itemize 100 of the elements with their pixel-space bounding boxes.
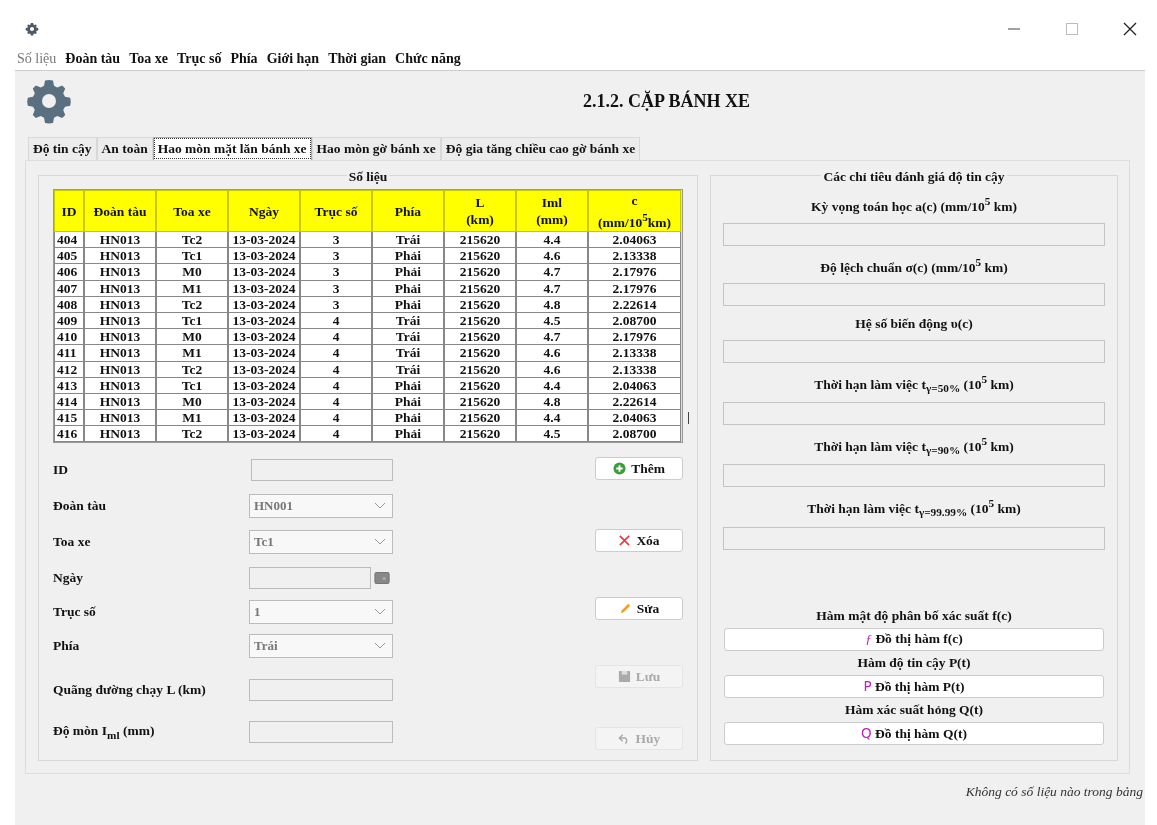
- table-cell: 414: [54, 393, 84, 411]
- table-cell: 4: [300, 345, 372, 362]
- column-header[interactable]: Phía: [372, 190, 444, 232]
- table-cell: 13-03-2024: [228, 280, 300, 297]
- table-cell: Trái: [372, 232, 444, 249]
- column-header[interactable]: Toa xe: [156, 190, 228, 232]
- tab[interactable]: Hao mòn gờ bánh xe: [311, 137, 441, 160]
- table-cell: HN013: [84, 296, 156, 313]
- menu-item[interactable]: Toa xe: [129, 51, 168, 67]
- table-cell: Tc2: [156, 296, 228, 313]
- tab[interactable]: Độ tin cậy: [28, 137, 97, 160]
- input-field[interactable]: [249, 679, 393, 701]
- action-button[interactable]: Xóa: [595, 529, 683, 552]
- dropdown[interactable]: HN001: [249, 494, 393, 518]
- table-cell: M0: [156, 329, 228, 346]
- column-header[interactable]: c (mm/10$^{5}$km): [588, 190, 681, 232]
- table-cell: 4: [300, 329, 372, 346]
- action-button[interactable]: Thêm: [595, 457, 683, 480]
- menu-item[interactable]: Giới hạn: [266, 51, 320, 67]
- table-cell: 2.13338: [588, 248, 681, 265]
- table-cell: 2.08700: [588, 426, 681, 443]
- menu-item[interactable]: Trục số: [176, 51, 222, 67]
- status-message: Không có số liệu nào trong bảng: [964, 783, 1144, 800]
- table-cell: 4.5: [516, 312, 588, 330]
- table-cell: M1: [156, 410, 228, 427]
- table-cell: 4.7: [516, 280, 588, 297]
- table-cell: 3: [300, 248, 372, 265]
- table-cell: 3: [300, 296, 372, 313]
- dropdown[interactable]: Trái: [249, 634, 393, 658]
- action-button[interactable]: Sửa: [595, 597, 683, 620]
- table-cell: Trái: [372, 312, 444, 330]
- table-cell: Phải: [372, 410, 444, 427]
- table-cell: 412: [54, 361, 84, 378]
- menu-item[interactable]: Đoàn tàu: [65, 51, 121, 67]
- table-cell: HN013: [84, 264, 156, 281]
- table-cell: 3: [300, 264, 372, 281]
- menu-item[interactable]: Thời gian: [328, 51, 387, 67]
- table-cell: 215620: [444, 410, 516, 427]
- chart-button[interactable]: ƒ Đồ thị hàm f(c): [724, 627, 1104, 651]
- chevron-icon[interactable]: [374, 608, 386, 616]
- table-cell: 13-03-2024: [228, 232, 300, 249]
- column-header[interactable]: Trục số: [300, 190, 372, 232]
- chevron-icon[interactable]: [374, 538, 386, 546]
- table-cell: M0: [156, 393, 228, 411]
- criterion-label: Thời hạn làm việc t$_{γ=99.99%}$ (10$^{5}$ km): [807, 497, 1021, 519]
- table-cell: 4.4: [516, 377, 588, 394]
- table-cell: M1: [156, 345, 228, 362]
- table-cell: 2.08700: [588, 312, 681, 330]
- table-cell: Phải: [372, 393, 444, 411]
- calendar-icon[interactable]: [374, 572, 390, 584]
- field-label: Quãng đường chạy L (km): [53, 682, 206, 698]
- date-field[interactable]: [249, 567, 371, 589]
- chart-button[interactable]: P Đồ thị hàm P(t): [724, 674, 1104, 698]
- page-title: 2.1.2. CẶP BÁNH XE: [582, 90, 751, 112]
- table-cell: 2.04063: [588, 410, 681, 427]
- table-cell: 2.04063: [588, 232, 681, 249]
- input-field[interactable]: [249, 721, 393, 743]
- table-cell: 4.7: [516, 264, 588, 281]
- table-cell: 215620: [444, 329, 516, 346]
- menu-item[interactable]: Phía: [230, 51, 258, 67]
- tab[interactable]: Độ gia tăng chiều cao gờ bánh xe: [440, 137, 641, 160]
- column-header[interactable]: L (km): [444, 190, 516, 232]
- table-cell: HN013: [84, 280, 156, 297]
- tab[interactable]: Hao mòn mặt lăn bánh xe: [152, 137, 312, 160]
- pencil-icon: [618, 602, 632, 615]
- table-cell: 13-03-2024: [228, 329, 300, 346]
- input-field[interactable]: [251, 459, 393, 481]
- table-cell: HN013: [84, 329, 156, 346]
- chevron-icon[interactable]: [374, 502, 386, 510]
- table-cell: 215620: [444, 361, 516, 378]
- column-header[interactable]: Đoàn tàu: [84, 190, 156, 232]
- table-cell: 215620: [444, 377, 516, 394]
- table-cell: 215620: [444, 232, 516, 249]
- table-cell: Tc1: [156, 248, 228, 265]
- table-cell: 4.8: [516, 393, 588, 411]
- table-cell: Trái: [372, 361, 444, 378]
- table-cell: 2.17976: [588, 264, 681, 281]
- table-cell: 13-03-2024: [228, 361, 300, 378]
- chevron-icon[interactable]: [374, 642, 386, 650]
- group-title: Số liệu: [346, 169, 390, 185]
- dropdown[interactable]: 1: [249, 600, 393, 624]
- scroll-thumb[interactable]: [688, 412, 689, 424]
- tab[interactable]: An toàn: [96, 137, 153, 160]
- column-header[interactable]: ID: [54, 190, 84, 232]
- table-cell: 13-03-2024: [228, 248, 300, 265]
- table-cell: 4: [300, 361, 372, 378]
- table-cell: 411: [54, 345, 84, 362]
- table-cell: 13-03-2024: [228, 345, 300, 362]
- column-header[interactable]: Ngày: [228, 190, 300, 232]
- column-header[interactable]: Iml (mm): [516, 190, 588, 232]
- table-cell: 2.04063: [588, 377, 681, 394]
- close-icon[interactable]: [1123, 22, 1137, 36]
- table-cell: 407: [54, 280, 84, 297]
- menu-item[interactable]: Chức năng: [395, 51, 461, 67]
- table-cell: 215620: [444, 248, 516, 265]
- dropdown[interactable]: Tc1: [249, 530, 393, 554]
- chart-button[interactable]: Q Đồ thị hàm Q(t): [724, 721, 1104, 745]
- table-cell: Phải: [372, 377, 444, 394]
- table-cell: 215620: [444, 264, 516, 281]
- maximize-icon[interactable]: [1065, 22, 1079, 36]
